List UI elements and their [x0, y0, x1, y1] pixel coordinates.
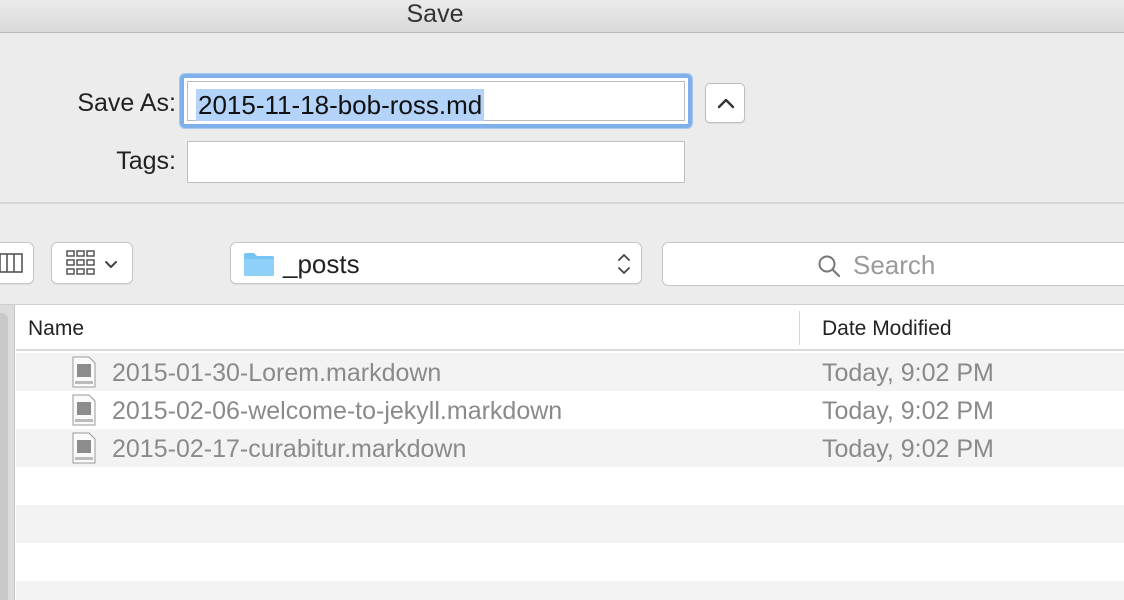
table-row[interactable]: 2015-02-06-welcome-to-jekyll.markdown To…	[16, 391, 1124, 429]
sidebar-edge	[0, 305, 15, 600]
grid-icon	[66, 250, 95, 275]
save-as-filename[interactable]: 2015-11-18-bob-ross.md	[196, 89, 485, 121]
collapse-dialog-button[interactable]	[705, 83, 745, 123]
column-view-icon	[0, 253, 23, 273]
markdown-file-icon	[72, 356, 96, 388]
location-popup[interactable]: _posts	[230, 242, 642, 284]
sidebar-scroll-edge	[0, 313, 8, 600]
save-as-label: Save As:	[77, 89, 176, 117]
tags-input[interactable]	[187, 141, 685, 183]
browser-toolbar: _posts Search	[0, 204, 1124, 304]
empty-row	[16, 505, 1124, 543]
file-date: Today, 9:02 PM	[822, 435, 994, 463]
chevron-down-icon	[105, 261, 117, 268]
empty-row	[16, 467, 1124, 505]
title-bar: Save	[0, 0, 1124, 33]
table-row[interactable]: 2015-01-30-Lorem.markdown Today, 9:02 PM	[16, 353, 1124, 391]
column-divider[interactable]	[799, 311, 800, 345]
chevron-up-icon	[717, 98, 735, 109]
search-placeholder: Search	[853, 250, 936, 280]
file-name: 2015-01-30-Lorem.markdown	[112, 359, 442, 387]
name-column-header[interactable]: Name	[28, 317, 84, 341]
save-form: Save As: 2015-11-18-bob-ross.md Tags:	[0, 34, 1124, 203]
folder-icon	[244, 253, 274, 276]
column-view-button[interactable]	[0, 242, 34, 284]
date-modified-column-header[interactable]: Date Modified	[822, 317, 952, 341]
markdown-file-icon	[72, 432, 96, 464]
table-row[interactable]: 2015-02-17-curabitur.markdown Today, 9:0…	[16, 429, 1124, 467]
file-browser: Name Date Modified 2015-01-30-Lorem.mark…	[0, 304, 1124, 600]
list-header: Name Date Modified	[16, 305, 1124, 351]
up-down-arrows-icon	[618, 254, 630, 274]
search-icon	[818, 255, 841, 278]
empty-row	[16, 543, 1124, 581]
save-as-field[interactable]: 2015-11-18-bob-ross.md	[180, 74, 692, 128]
markdown-file-icon	[72, 394, 96, 426]
icon-view-button[interactable]	[51, 242, 133, 284]
save-as-field-inner[interactable]: 2015-11-18-bob-ross.md	[187, 81, 685, 121]
location-label: _posts	[283, 249, 360, 279]
file-date: Today, 9:02 PM	[822, 359, 994, 387]
tags-label: Tags:	[116, 147, 176, 175]
file-name: 2015-02-06-welcome-to-jekyll.markdown	[112, 397, 563, 425]
empty-row	[16, 581, 1124, 600]
file-name: 2015-02-17-curabitur.markdown	[112, 435, 467, 463]
file-date: Today, 9:02 PM	[822, 397, 994, 425]
file-list: 2015-01-30-Lorem.markdown Today, 9:02 PM…	[16, 353, 1124, 600]
window-title: Save	[406, 0, 464, 28]
search-field[interactable]: Search	[662, 242, 1124, 286]
